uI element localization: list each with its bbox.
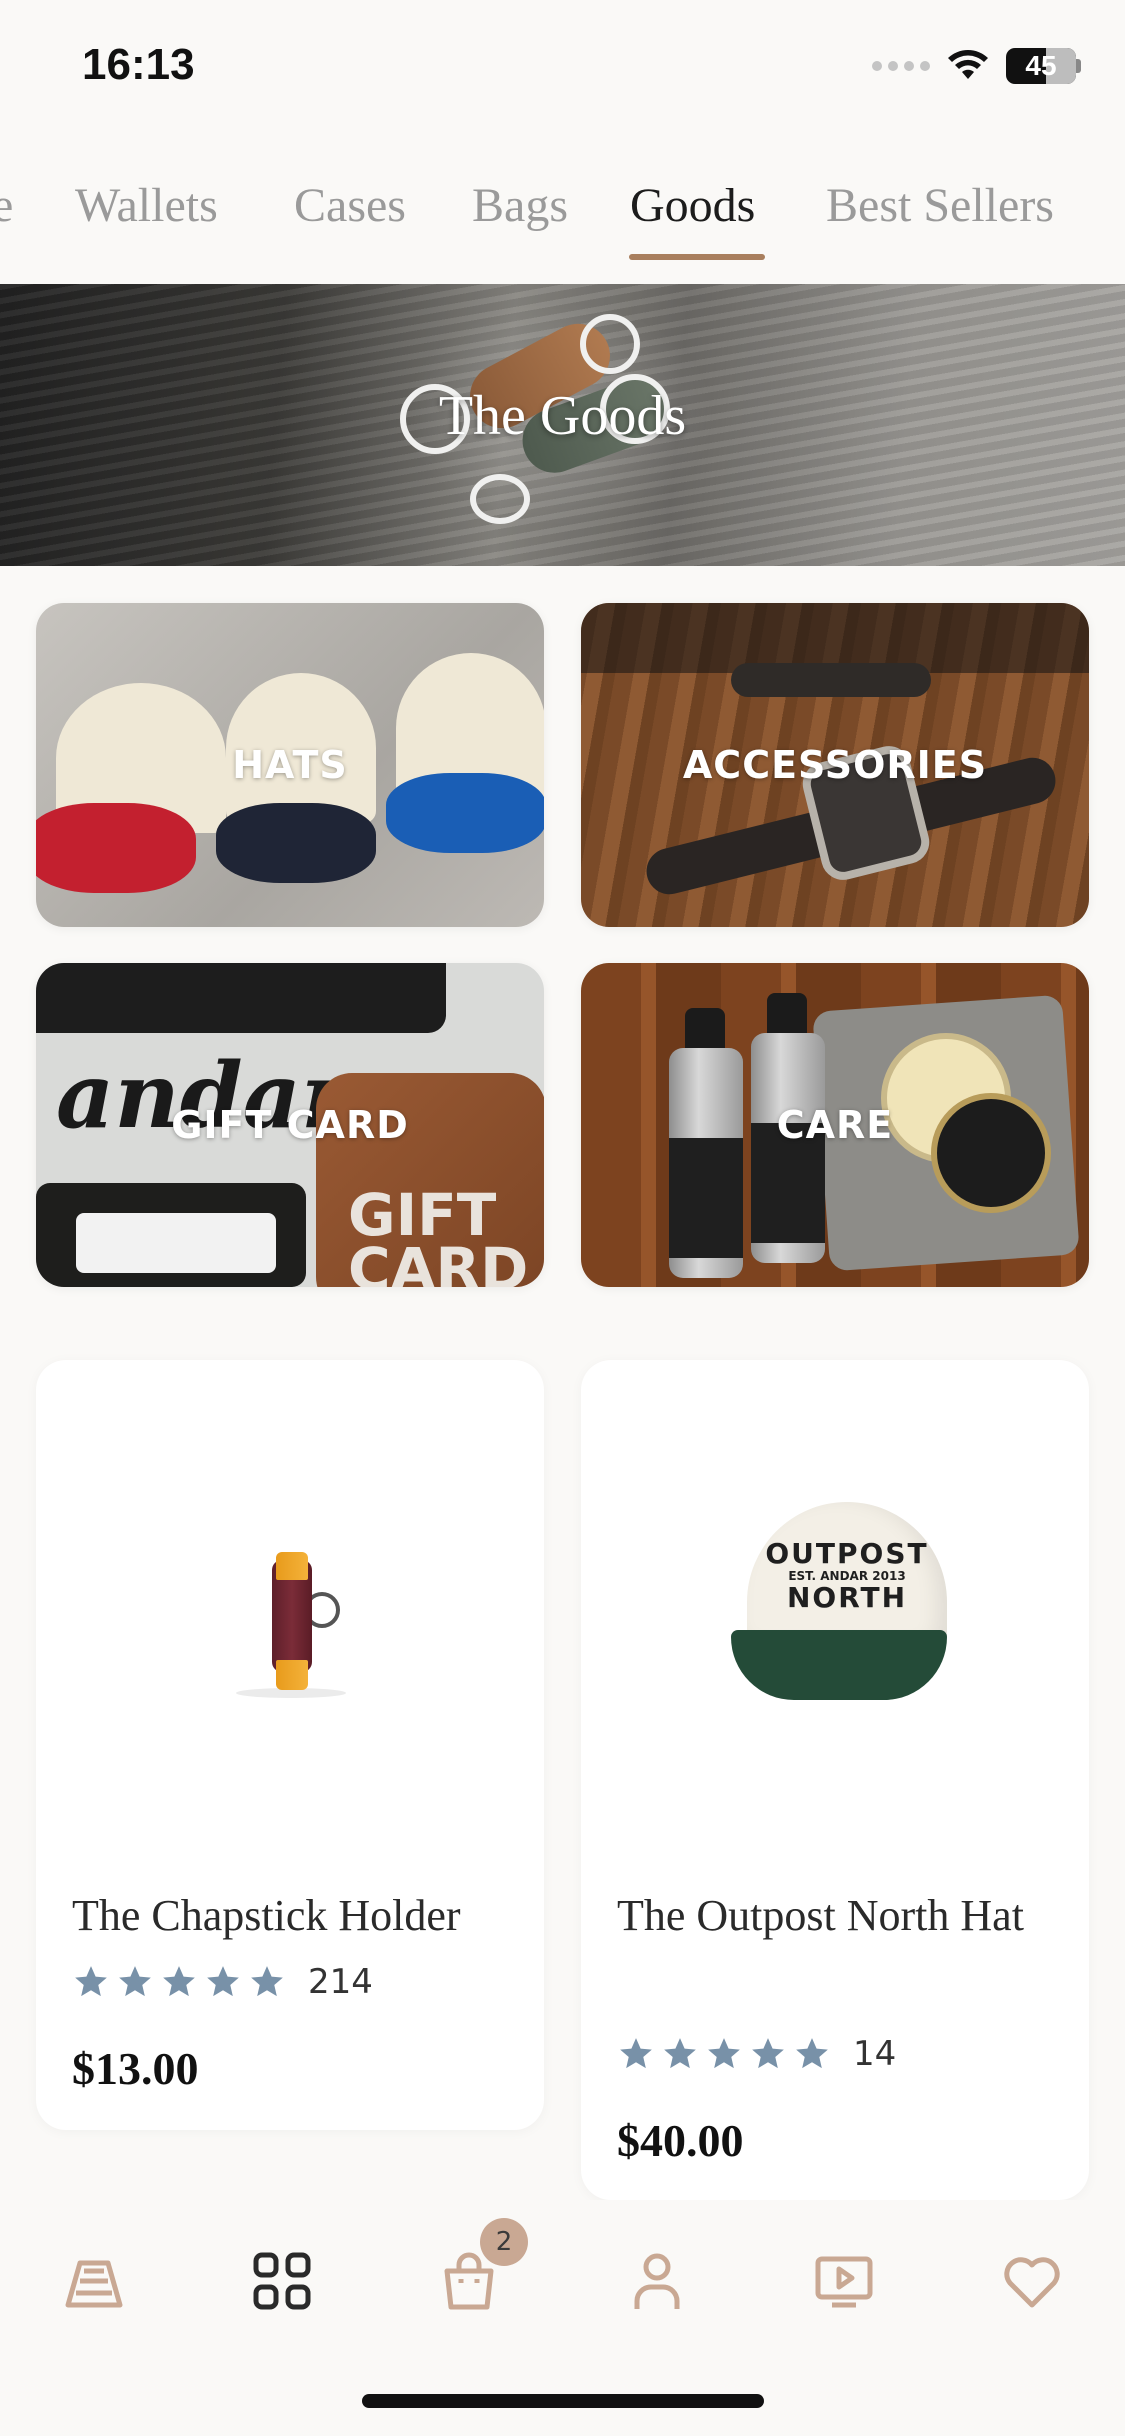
product-price: $40.00 — [617, 2115, 744, 2166]
tab-bags[interactable]: Bags — [472, 178, 568, 233]
star-icon — [617, 2035, 655, 2073]
home-indicator[interactable] — [362, 2394, 764, 2408]
category-tile-care[interactable]: CARE — [581, 963, 1089, 1287]
product-image-outpost-north-hat[interactable]: OUTPOST EST. ANDAR 2013 NORTH — [581, 1360, 1089, 1840]
star-icon — [661, 2035, 699, 2073]
brand-logo-icon — [65, 2260, 123, 2308]
rating-stars — [617, 2035, 831, 2073]
tab-videos[interactable] — [808, 2245, 880, 2317]
category-label-accessories: ACCESSORIES — [682, 743, 988, 787]
tab-home[interactable] — [58, 2245, 130, 2317]
star-icon — [160, 1963, 198, 2001]
tab-wallets[interactable]: Wallets — [75, 178, 218, 233]
cellular-signal-icon — [872, 61, 930, 71]
category-tabs: e Wallets Cases Bags Goods Best Sellers — [0, 160, 1125, 280]
category-label-gift-card: GIFT CARD — [171, 1103, 409, 1147]
star-icon — [204, 1963, 242, 2001]
tab-shop[interactable] — [246, 2245, 318, 2317]
tab-previous[interactable]: e — [0, 178, 13, 233]
product-name[interactable]: The Chapstick Holder — [72, 1880, 522, 1952]
hero-banner: The Goods — [0, 284, 1125, 566]
video-play-icon — [815, 2256, 873, 2308]
status-time: 16:13 — [82, 40, 195, 89]
product-rating: 214 — [72, 1962, 373, 2002]
hat-logo-art: OUTPOST EST. ANDAR 2013 NORTH — [765, 1537, 929, 1614]
star-icon — [72, 1963, 110, 2001]
rating-stars — [72, 1963, 286, 2001]
grid-icon — [253, 2252, 311, 2310]
product-rating: 14 — [617, 2034, 896, 2074]
product-price: $13.00 — [72, 2043, 199, 2094]
product-image-chapstick-holder[interactable] — [36, 1360, 544, 1840]
hero-title: The Goods — [438, 385, 687, 447]
category-label-hats: HATS — [232, 743, 348, 787]
cart-count-badge: 2 — [480, 2218, 528, 2266]
category-tile-gift-card[interactable]: andar GIFT CARD GIFT CARD — [36, 963, 544, 1287]
review-count: 14 — [853, 2034, 897, 2074]
star-icon — [116, 1963, 154, 2001]
review-count: 214 — [308, 1962, 373, 2002]
category-tile-accessories[interactable]: ACCESSORIES — [581, 603, 1089, 927]
wifi-icon — [948, 50, 988, 79]
gift-card-phone-text: GIFT CARD — [348, 1181, 529, 1287]
profile-icon — [634, 2253, 680, 2309]
battery-level: 45 — [1025, 50, 1057, 81]
tab-cases[interactable]: Cases — [294, 178, 406, 233]
star-icon — [793, 2035, 831, 2073]
category-label-care: CARE — [776, 1103, 894, 1147]
star-icon — [705, 2035, 743, 2073]
tab-goods[interactable]: Goods — [630, 178, 755, 233]
status-bar: 16:13 45 — [0, 0, 1125, 140]
product-card-chapstick-holder[interactable]: The Chapstick Holder 214 $13.00 — [36, 1360, 544, 2130]
category-tile-hats[interactable]: HATS — [36, 603, 544, 927]
star-icon — [749, 2035, 787, 2073]
tab-wishlist[interactable] — [996, 2245, 1068, 2317]
heart-icon — [1004, 2257, 1060, 2308]
product-name[interactable]: The Outpost North Hat — [617, 1880, 1067, 1952]
tab-best-sellers[interactable]: Best Sellers — [826, 178, 1054, 233]
battery-icon: 45 — [1006, 48, 1076, 84]
status-indicators: 45 — [872, 48, 1081, 84]
active-tab-indicator — [629, 254, 765, 260]
tab-account[interactable] — [621, 2245, 693, 2317]
star-icon — [248, 1963, 286, 2001]
product-card-outpost-north-hat[interactable]: OUTPOST EST. ANDAR 2013 NORTH The Outpos… — [581, 1360, 1089, 2200]
